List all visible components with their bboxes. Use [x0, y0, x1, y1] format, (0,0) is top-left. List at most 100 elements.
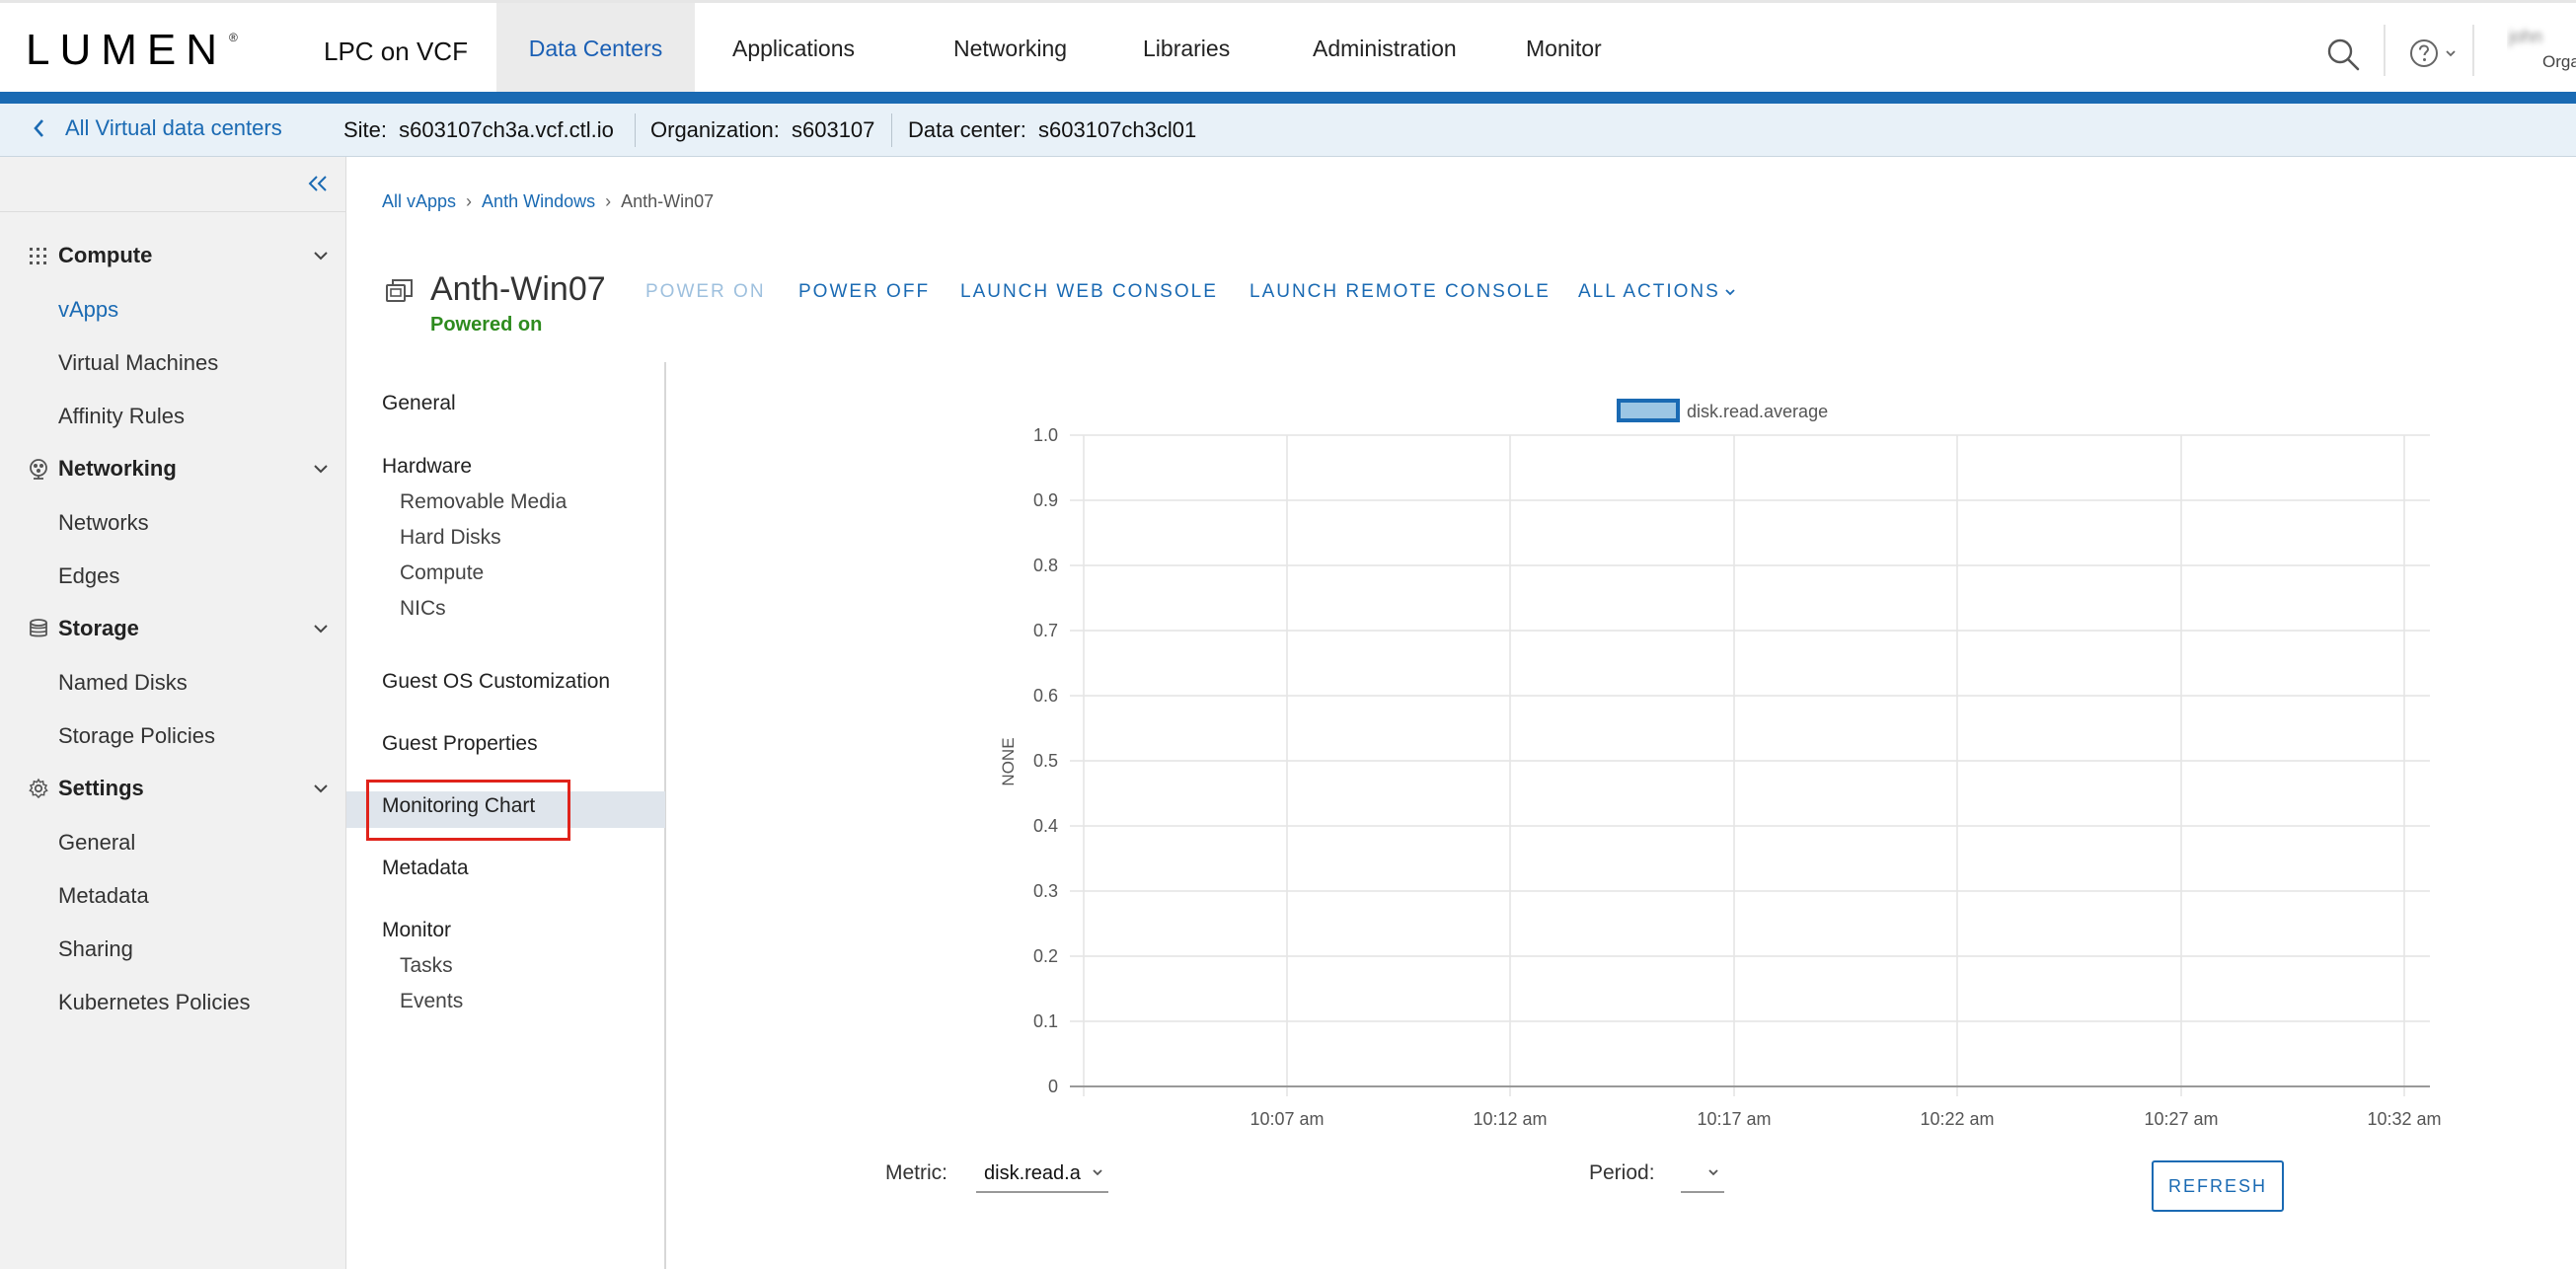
breadcrumb-all-vapps[interactable]: All vApps — [382, 191, 456, 212]
search-icon[interactable] — [2325, 37, 2361, 72]
chevron-down-icon — [2446, 50, 2456, 57]
user-name: john — [2509, 27, 2543, 46]
breadcrumb-current: Anth-Win07 — [621, 191, 715, 211]
user-menu[interactable]: john Orga — [2507, 23, 2576, 78]
sidebar-group-networking[interactable]: Networking — [0, 449, 346, 488]
logo-registered-mark: ® — [229, 31, 238, 44]
sidebar-item-networks[interactable]: Networks — [58, 510, 149, 536]
period-select[interactable] — [1681, 1156, 1724, 1193]
topnav-data-centers[interactable]: Data Centers — [496, 3, 695, 95]
subnav-tasks[interactable]: Tasks — [400, 954, 453, 978]
topnav-monitor[interactable]: Monitor — [1490, 3, 1629, 95]
sidebar-item-kubernetes-policies[interactable]: Kubernetes Policies — [58, 990, 250, 1015]
site-label: Site: — [343, 117, 388, 142]
top-header: LUMEN ® LPC on VCF Data Centers Applicat… — [0, 0, 2576, 95]
breadcrumb-separator: › — [466, 191, 473, 211]
subnav-hard-disks[interactable]: Hard Disks — [400, 526, 501, 550]
y-tick-label: 1.0 — [1033, 425, 1058, 445]
metric-value: disk.read.a — [984, 1161, 1081, 1184]
subnav-removable-media[interactable]: Removable Media — [400, 490, 567, 514]
x-tick-label: 10:17 am — [1697, 1109, 1771, 1129]
y-tick-label: 0 — [1048, 1077, 1058, 1096]
sidebar-group-label: Settings — [58, 776, 144, 800]
sidebar-item-affinity-rules[interactable]: Affinity Rules — [58, 404, 185, 429]
collapse-sidebar-button[interactable] — [307, 171, 329, 201]
topnav-networking[interactable]: Networking — [922, 3, 1105, 95]
x-tick-label: 10:22 am — [1920, 1109, 1994, 1129]
chevron-down-icon — [1093, 1169, 1102, 1176]
org-value: s603107 — [791, 117, 875, 142]
datacenter-label: Data center: — [908, 117, 1026, 142]
breadcrumb-separator: › — [605, 191, 612, 211]
chart-ticks: 0 0.1 0.2 0.3 0.4 0.5 0.6 0.7 0.8 0.9 1.0 10:07 am 1… — [1033, 425, 2442, 1129]
back-label: All Virtual data centers — [65, 115, 282, 140]
topnav-libraries[interactable]: Libraries — [1105, 3, 1271, 95]
y-tick-label: 0.7 — [1033, 621, 1058, 640]
x-tick-label: 10:27 am — [2144, 1109, 2218, 1129]
header-divider — [2384, 25, 2386, 76]
y-tick-label: 0.8 — [1033, 556, 1058, 575]
site-value: s603107ch3a.vcf.ctl.io — [399, 117, 614, 142]
help-icon — [2410, 39, 2438, 67]
subnav-guest-os-customization[interactable]: Guest OS Customization — [382, 670, 610, 694]
sidebar-group-storage[interactable]: Storage — [0, 609, 346, 648]
vm-sub-nav: General Hardware Removable Media Hard Di… — [346, 362, 666, 1269]
y-tick-label: 0.9 — [1033, 490, 1058, 510]
sidebar-item-edges[interactable]: Edges — [58, 563, 119, 589]
legend-swatch — [1617, 399, 1680, 422]
back-to-vdcs-link[interactable]: All Virtual data centers — [32, 115, 282, 141]
lumen-logo[interactable]: LUMEN ® — [26, 29, 238, 72]
sidebar-group-compute[interactable]: Compute — [0, 236, 346, 275]
chevron-down-icon — [314, 784, 328, 793]
user-org: Orga — [2542, 52, 2576, 71]
sidebar-item-sharing[interactable]: Sharing — [58, 936, 133, 962]
sidebar-group-settings[interactable]: Settings — [0, 769, 346, 808]
x-tick-label: 10:32 am — [2367, 1109, 2441, 1129]
subnav-events[interactable]: Events — [400, 990, 463, 1013]
network-icon — [30, 459, 47, 480]
launch-remote-console-button[interactable]: LAUNCH REMOTE CONSOLE — [1250, 281, 1551, 303]
subnav-guest-properties[interactable]: Guest Properties — [382, 732, 538, 756]
all-actions-menu[interactable]: ALL ACTIONS — [1578, 281, 1736, 303]
vm-icon — [386, 279, 413, 302]
y-tick-label: 0.5 — [1033, 751, 1058, 771]
header-divider — [2472, 25, 2474, 76]
power-off-button[interactable]: POWER OFF — [798, 281, 930, 303]
sidebar-item-virtual-machines[interactable]: Virtual Machines — [58, 350, 218, 376]
chevron-down-icon — [1708, 1169, 1718, 1176]
compute-grid-icon — [30, 248, 46, 264]
topnav-administration[interactable]: Administration — [1271, 3, 1490, 95]
sidebar-item-general[interactable]: General — [58, 830, 135, 856]
breadcrumb-anth-windows[interactable]: Anth Windows — [482, 191, 595, 212]
topnav-applications[interactable]: Applications — [695, 3, 922, 95]
metric-label: Metric: — [885, 1161, 947, 1184]
subnav-general[interactable]: General — [382, 392, 456, 415]
refresh-button[interactable]: REFRESH — [2152, 1160, 2284, 1212]
launch-web-console-button[interactable]: LAUNCH WEB CONSOLE — [960, 281, 1218, 303]
brand-bar — [0, 92, 2576, 104]
chevron-down-icon — [314, 465, 328, 474]
y-tick-label: 0.4 — [1033, 816, 1058, 836]
sidebar-item-storage-policies[interactable]: Storage Policies — [58, 723, 215, 749]
power-on-button[interactable]: POWER ON — [645, 281, 766, 303]
subnav-compute[interactable]: Compute — [400, 561, 484, 585]
chevron-down-icon — [1725, 289, 1735, 296]
subnav-monitor[interactable]: Monitor — [382, 919, 451, 942]
subnav-nics[interactable]: NICs — [400, 597, 446, 621]
y-axis-label: NONE — [999, 737, 1018, 785]
subnav-metadata[interactable]: Metadata — [382, 857, 469, 880]
context-divider — [635, 113, 636, 147]
sidebar-item-vapps[interactable]: vApps — [58, 297, 118, 323]
chevron-left-icon — [34, 119, 43, 137]
help-menu[interactable] — [2408, 37, 2458, 69]
context-bar: All Virtual data centers Site: s603107ch… — [0, 104, 2576, 157]
sidebar-item-named-disks[interactable]: Named Disks — [58, 670, 188, 696]
sidebar-divider — [0, 211, 346, 212]
metric-select[interactable]: disk.read.a — [976, 1156, 1108, 1193]
y-tick-label: 0.1 — [1033, 1011, 1058, 1031]
subnav-hardware[interactable]: Hardware — [382, 455, 472, 479]
highlight-box — [366, 780, 570, 841]
sidebar-item-metadata[interactable]: Metadata — [58, 883, 149, 909]
chevron-down-icon — [314, 625, 328, 634]
y-tick-label: 0.2 — [1033, 946, 1058, 966]
